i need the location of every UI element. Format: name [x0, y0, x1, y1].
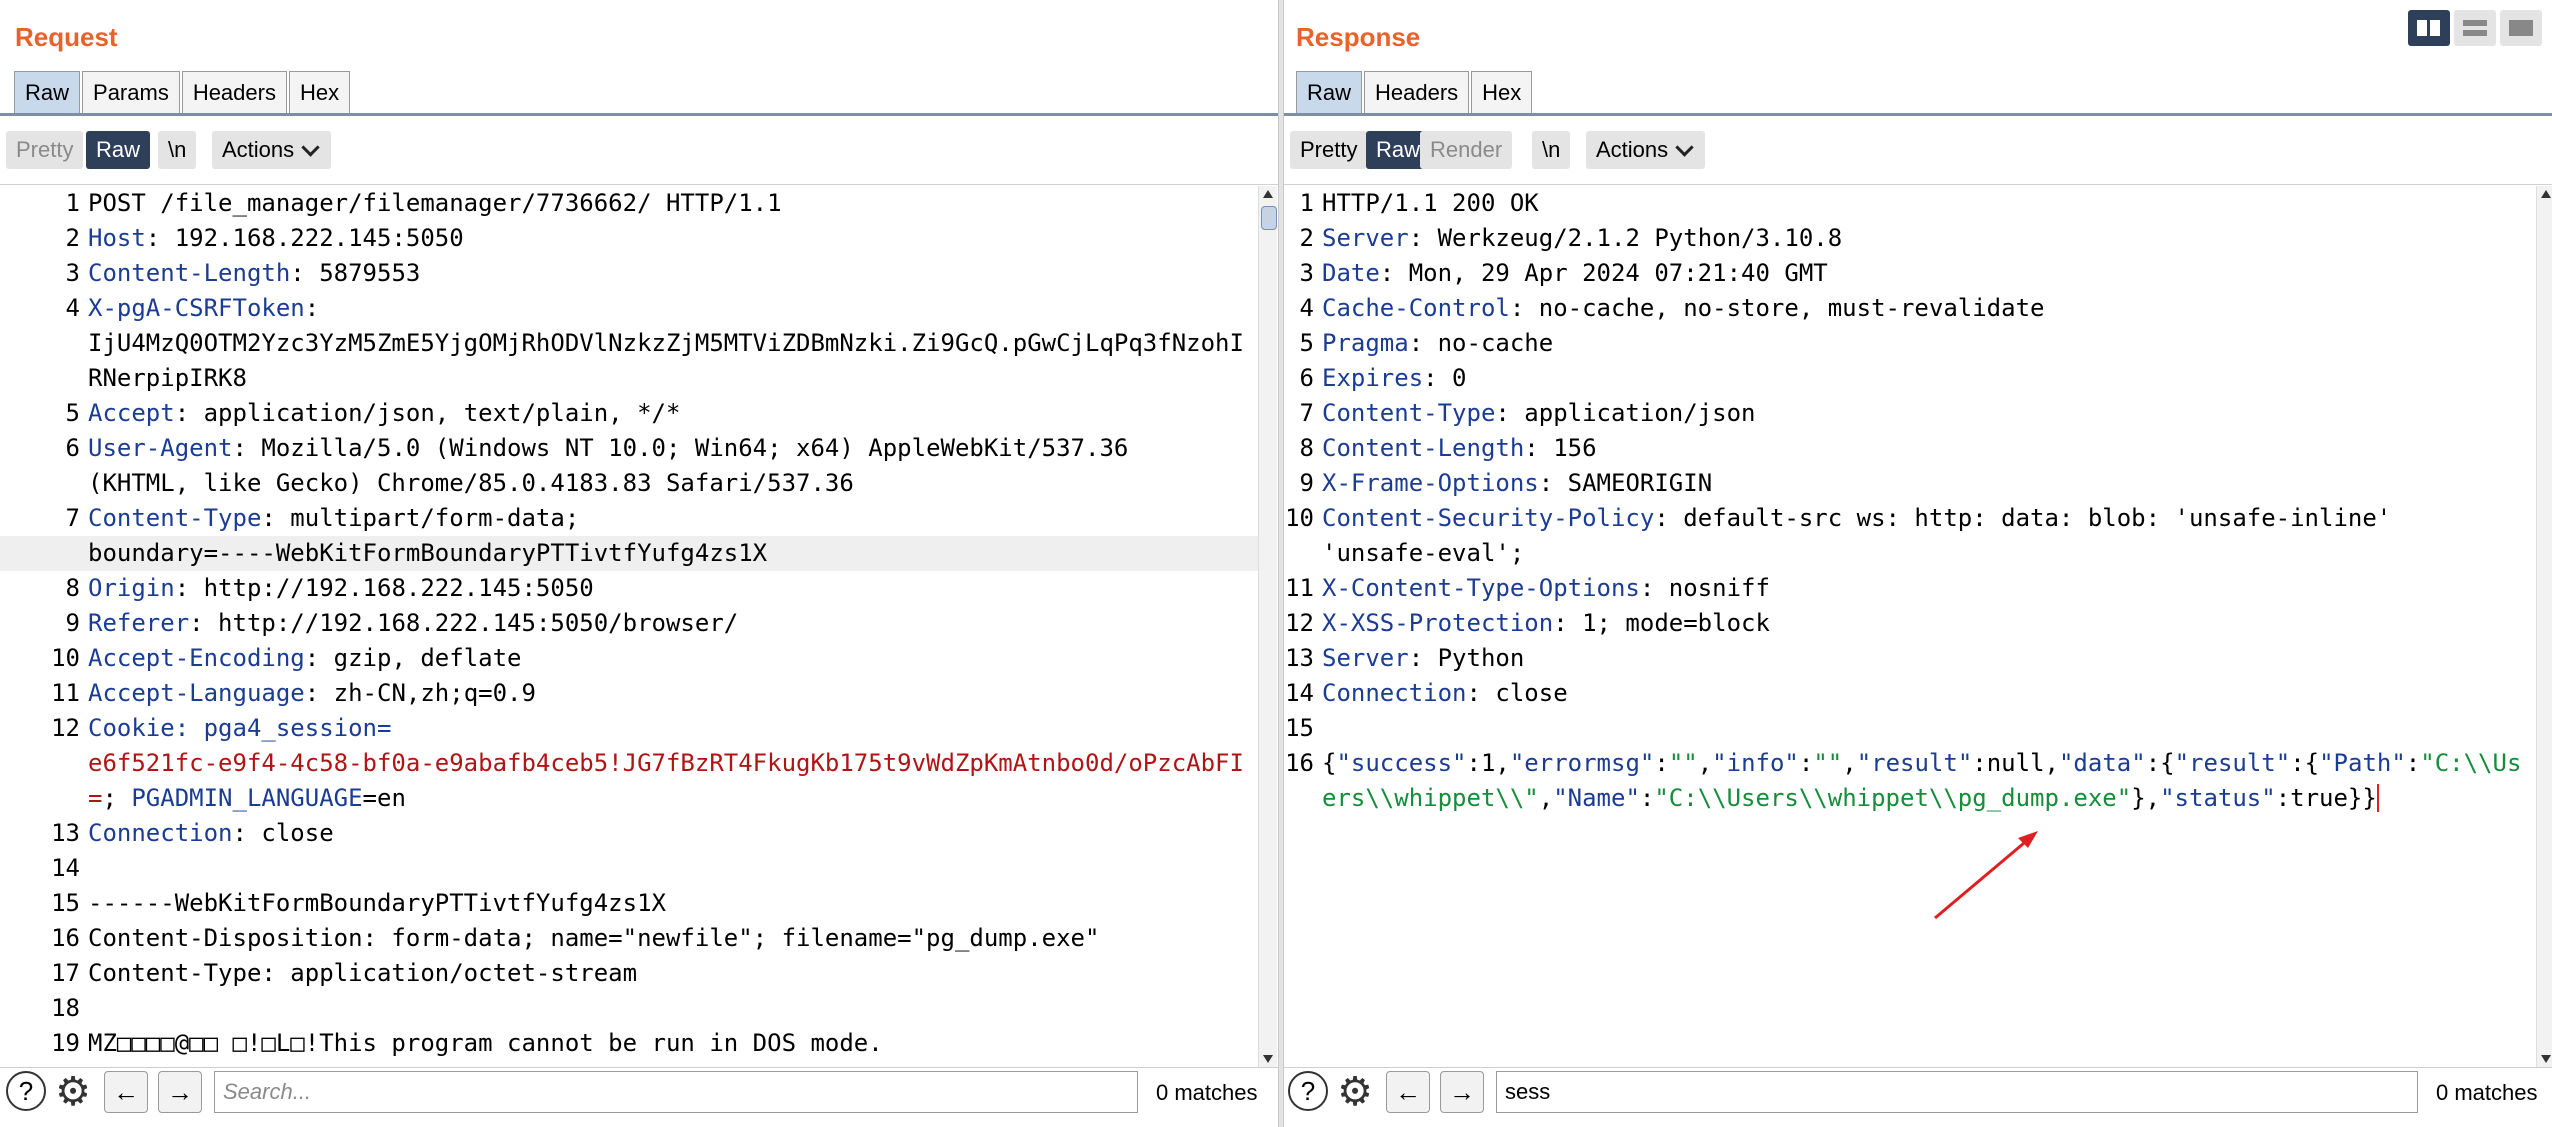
request-scrollbar[interactable]	[1258, 186, 1277, 1067]
request-tabs: Raw Params Headers Hex	[14, 71, 352, 115]
scroll-down-arrow-icon[interactable]	[2541, 1055, 2551, 1063]
response-line: 7 Content-Type: application/json	[1299, 399, 1756, 427]
request-line: 19 MZ□□□□@□□ □!□L□!This program cannot be…	[51, 1029, 883, 1057]
request-line-wrap: IjU4MzQ0OTM2Yzc3YzM5ZmE5YjgOMjRhODVlNzkz…	[88, 329, 1244, 392]
response-line: 4 Cache-Control: no-cache, no-store, must…	[1299, 294, 2045, 322]
response-line: 6 Expires: 0	[1299, 364, 1467, 392]
request-line: 11 Accept-Language: zh-CN,zh;q=0.9	[51, 679, 536, 707]
response-panel: Response Raw Headers Hex Pretty Raw Rend…	[1284, 0, 2552, 1127]
chevron-down-icon	[301, 137, 320, 157]
response-line: 10 Content-Security-Policy: default-src w…	[1285, 504, 2392, 532]
help-icon[interactable]: ?	[1288, 1071, 1328, 1111]
response-line-wrap: 'unsafe-eval';	[1322, 539, 1525, 567]
help-icon[interactable]: ?	[6, 1071, 46, 1111]
response-actions-button[interactable]: Actions	[1586, 131, 1706, 169]
response-line: 5 Pragma: no-cache	[1299, 329, 1554, 357]
request-line: 16 Content-Disposition: form-data; name="…	[51, 924, 1100, 952]
request-match-count: 0 matches	[1156, 1080, 1258, 1105]
response-editor[interactable]: 1 HTTP/1.1 200 OK 2 Server: Werkzeug/2.1.2…	[1284, 186, 2536, 1067]
request-search-input[interactable]	[214, 1071, 1138, 1113]
back-arrow-icon[interactable]: ←	[104, 1071, 148, 1113]
response-newline-button[interactable]: \n	[1532, 131, 1571, 169]
request-tab-headers[interactable]: Headers	[181, 71, 287, 113]
request-tab-raw[interactable]: Raw	[14, 71, 81, 113]
request-scroll-thumb[interactable]	[1261, 206, 1277, 230]
request-line-wrap: (KHTML, like Gecko) Chrome/85.0.4183.83 …	[88, 469, 854, 497]
request-line: 1 POST /file_manager/filemanager/7736662/…	[65, 189, 782, 217]
gear-icon[interactable]: ⚙	[52, 1071, 94, 1113]
request-line-wrap: e6f521fc-e9f4-4c58-bf0a-e9abafb4ceb5!JG7…	[88, 749, 1244, 812]
response-line: 9 X-Frame-Options: SAMEORIGIN	[1299, 469, 1713, 497]
response-line: 13 Server: Python	[1285, 644, 1525, 672]
scroll-up-arrow-icon[interactable]	[2541, 190, 2551, 198]
request-actions-button[interactable]: Actions	[212, 131, 332, 169]
request-line: 8 Origin: http://192.168.222.145:5050	[65, 574, 594, 602]
response-pretty-button[interactable]: Pretty	[1290, 131, 1368, 169]
response-line: 3 Date: Mon, 29 Apr 2024 07:21:40 GMT	[1299, 259, 1828, 287]
chevron-down-icon	[1675, 137, 1694, 157]
request-line: 17 Content-Type: application/octet-stream	[51, 959, 638, 987]
layout-tabs-icon[interactable]	[2500, 10, 2542, 46]
gear-icon[interactable]: ⚙	[1334, 1071, 1376, 1113]
layout-side-by-side-icon[interactable]	[2408, 10, 2450, 46]
request-editor[interactable]: 1 POST /file_manager/filemanager/7736662/…	[0, 186, 1258, 1067]
response-line: 2 Server: Werkzeug/2.1.2 Python/3.10.8	[1299, 224, 1843, 252]
response-json-body: 16 {"success":1,"errormsg":"","info":"","…	[1285, 749, 2522, 812]
scroll-down-arrow-icon[interactable]	[1263, 1055, 1273, 1063]
request-tab-params[interactable]: Params	[82, 71, 180, 113]
layout-toggle-group	[2404, 10, 2542, 46]
request-line: 4 X-pgA-CSRFToken:	[65, 294, 320, 322]
response-line: 1 HTTP/1.1 200 OK	[1299, 189, 1539, 217]
request-line: 13 Connection: close	[51, 819, 334, 847]
response-match-count: 0 matches	[2436, 1080, 2538, 1105]
layout-stacked-icon[interactable]	[2454, 10, 2496, 46]
request-panel: Request Raw Params Headers Hex Pretty Ra…	[0, 0, 1278, 1127]
response-line: 11 X-Content-Type-Options: nosniff	[1285, 574, 1770, 602]
request-line: 14	[51, 854, 80, 882]
request-line: 6 User-Agent: Mozilla/5.0 (Windows NT 10.…	[65, 434, 1129, 462]
response-line: 8 Content-Length: 156	[1299, 434, 1597, 462]
response-search-input[interactable]	[1496, 1071, 2418, 1113]
request-line: 5 Accept: application/json, text/plain, *…	[65, 399, 681, 427]
request-actions-label: Actions	[222, 137, 295, 162]
request-line: 9 Referer: http://192.168.222.145:5050/br…	[65, 609, 739, 637]
response-scrollbar[interactable]	[2536, 186, 2552, 1067]
back-arrow-icon[interactable]: ←	[1386, 1071, 1430, 1113]
request-raw-button[interactable]: Raw	[86, 131, 151, 169]
request-line: 10 Accept-Encoding: gzip, deflate	[51, 644, 522, 672]
response-title: Response	[1296, 22, 1421, 52]
request-line: 18	[51, 994, 80, 1022]
request-line: 2 Host: 192.168.222.145:5050	[65, 224, 464, 252]
request-pretty-button[interactable]: Pretty	[6, 131, 84, 169]
request-line: 7 Content-Type: multipart/form-data;	[65, 504, 580, 532]
response-line: 12 X-XSS-Protection: 1; mode=block	[1285, 609, 1770, 637]
request-line: 15 ------WebKitFormBoundaryPTTivtfYufg4zs…	[51, 889, 666, 917]
response-line: 15	[1285, 714, 1314, 742]
response-tab-raw[interactable]: Raw	[1296, 71, 1363, 113]
request-title: Request	[15, 22, 118, 52]
forward-arrow-icon[interactable]: →	[1440, 1071, 1484, 1113]
request-line-wrap-highlighted: boundary=----WebKitFormBoundaryPTTivtfYu…	[0, 536, 1258, 571]
response-tab-headers[interactable]: Headers	[1364, 71, 1470, 113]
response-actions-label: Actions	[1596, 137, 1669, 162]
request-newline-button[interactable]: \n	[158, 131, 197, 169]
forward-arrow-icon[interactable]: →	[158, 1071, 202, 1113]
response-tab-hex[interactable]: Hex	[1471, 71, 1533, 113]
scroll-up-arrow-icon[interactable]	[1263, 190, 1273, 198]
request-line: 12 Cookie: pga4_session=	[51, 714, 392, 742]
request-line: 3 Content-Length: 5879553	[65, 259, 421, 287]
request-tab-hex[interactable]: Hex	[288, 71, 351, 113]
response-tabs: Raw Headers Hex	[1296, 71, 1534, 115]
response-line: 14 Connection: close	[1285, 679, 1568, 707]
response-render-button[interactable]: Render	[1420, 131, 1513, 169]
